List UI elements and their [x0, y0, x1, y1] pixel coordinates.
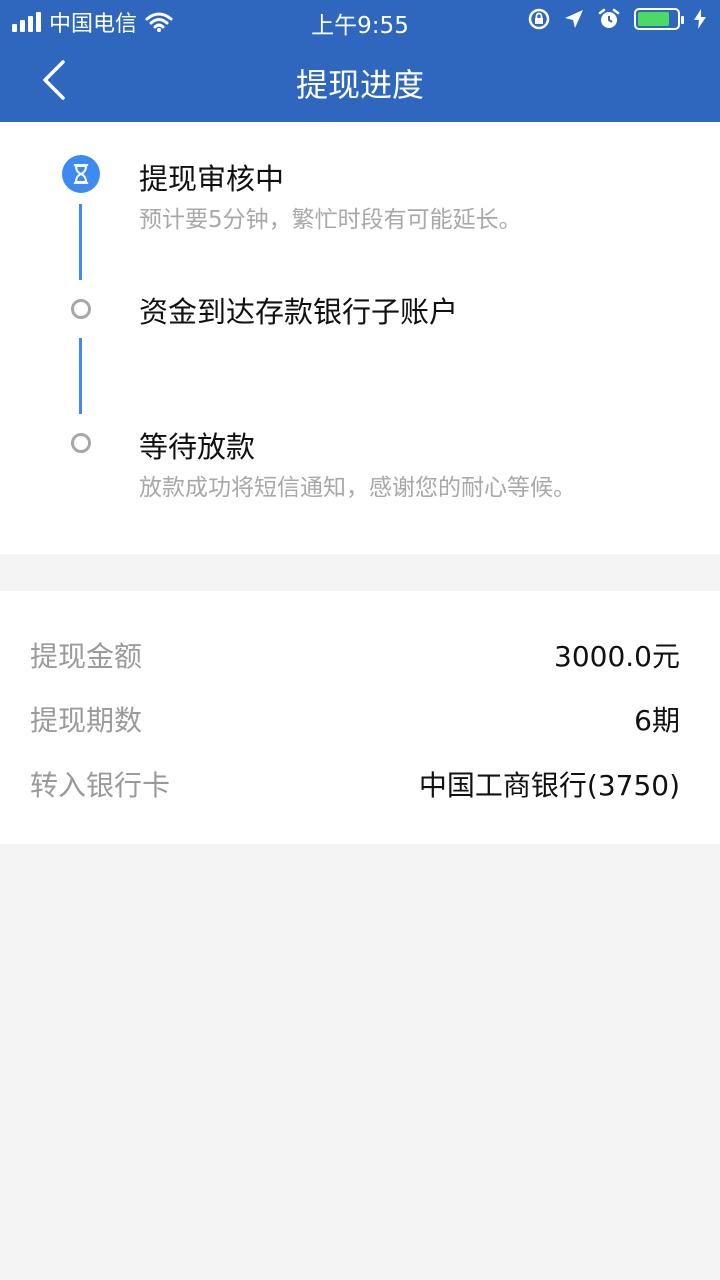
- page-title: 提现进度: [295, 66, 424, 104]
- timeline-connector: [79, 338, 82, 414]
- step-description: 放款成功将短信通知，感谢您的耐心等候。: [139, 475, 576, 501]
- step-pending-indicator: [71, 433, 91, 453]
- step-active-indicator: [62, 155, 100, 193]
- progress-timeline: 提现审核中 预计要5分钟，繁忙时段有可能延长。 资金到达存款银行子账户 等待放款…: [0, 122, 720, 554]
- detail-value: 3000.0元: [554, 640, 680, 673]
- detail-label: 转入银行卡: [30, 769, 171, 802]
- top-bar: 中国电信 上午9:55 提现进度: [0, 0, 720, 122]
- detail-value: 中国工商银行(3750): [418, 769, 680, 802]
- detail-row-amount: 提现金额 3000.0元: [0, 635, 720, 685]
- timeline-connector: [79, 204, 82, 280]
- status-right: [528, 8, 706, 30]
- charging-icon: [694, 9, 706, 29]
- detail-value: 6期: [634, 704, 680, 737]
- step-title: 等待放款: [139, 430, 256, 464]
- location-icon: [565, 10, 583, 28]
- orientation-lock-icon: [528, 8, 550, 30]
- withdrawal-details: 提现金额 3000.0元 提现期数 6期 转入银行卡 中国工商银行(3750): [0, 591, 720, 844]
- battery-fill: [638, 12, 670, 26]
- nav-bar: 提现进度: [0, 40, 720, 122]
- step-title: 资金到达存款银行子账户: [139, 295, 459, 329]
- step-description: 预计要5分钟，繁忙时段有可能延长。: [139, 207, 522, 233]
- alarm-icon: [598, 8, 620, 28]
- detail-label: 提现期数: [30, 704, 143, 737]
- detail-row-periods: 提现期数 6期: [0, 699, 720, 749]
- hourglass-icon: [73, 164, 89, 184]
- step-pending-indicator: [71, 299, 91, 319]
- detail-row-bank-card: 转入银行卡 中国工商银行(3750): [0, 764, 720, 814]
- battery-icon: [634, 8, 684, 30]
- status-bar: 中国电信 上午9:55: [0, 0, 720, 40]
- step-title: 提现审核中: [139, 162, 285, 196]
- detail-label: 提现金额: [30, 640, 143, 673]
